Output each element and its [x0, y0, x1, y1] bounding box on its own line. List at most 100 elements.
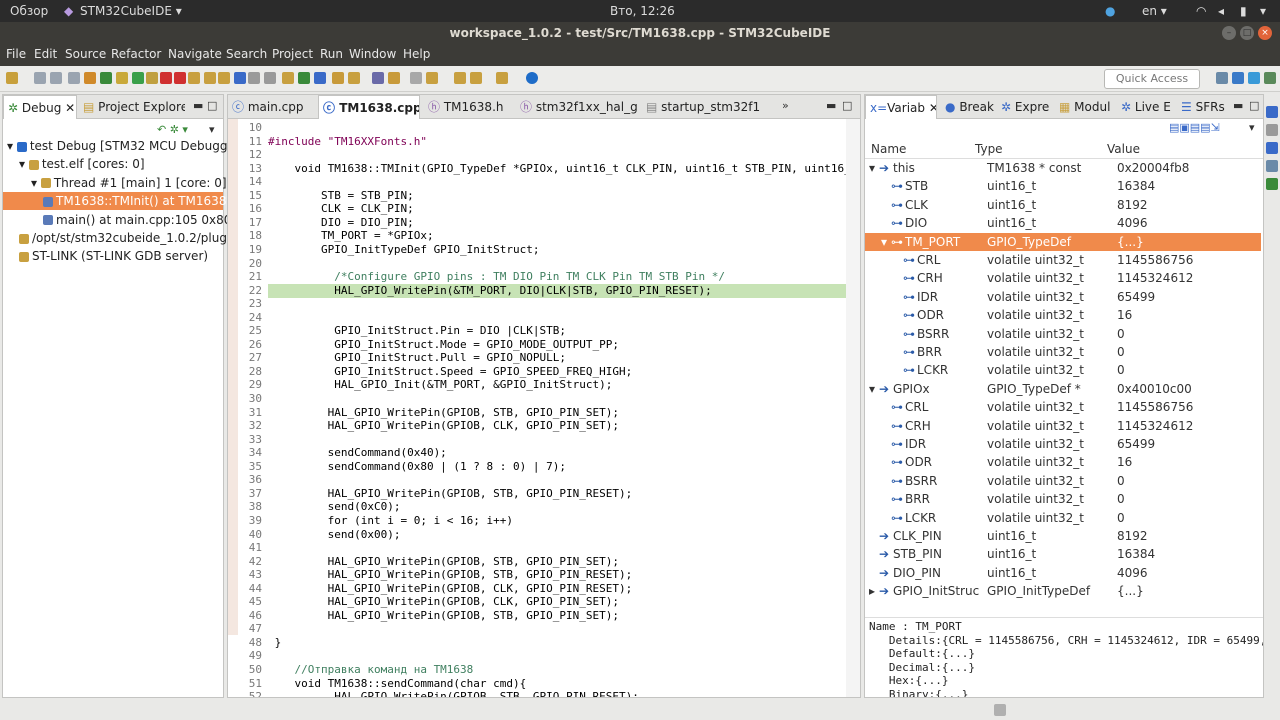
variable-row[interactable]: ⊶ BRR volatile uint32_t 0 [865, 490, 1261, 508]
annotation-prev-icon[interactable] [388, 72, 400, 84]
code-line[interactable]: STB = STB_PIN; [268, 189, 846, 203]
variable-value[interactable]: 16 [1117, 308, 1132, 322]
variable-value[interactable]: 0x40010c00 [1117, 382, 1192, 396]
minimize-icon[interactable]: – [1222, 26, 1236, 40]
code-line[interactable]: GPIO_InitTypeDef GPIO_InitStruct; [268, 243, 846, 257]
battery-icon[interactable]: ▮ [1240, 4, 1247, 18]
expand-arrow-icon[interactable]: ▾ [881, 235, 887, 249]
new-icon[interactable] [6, 72, 18, 84]
code-line[interactable]: GPIO_InitStruct.Pin = DIO |CLK|STB; [268, 324, 846, 338]
registers-icon[interactable] [1266, 178, 1278, 190]
code-line[interactable] [268, 311, 846, 325]
code-line[interactable] [268, 297, 846, 311]
variable-row[interactable]: ➔ CLK_PIN uint16_t 8192 [865, 527, 1261, 545]
variable-value[interactable]: 4096 [1117, 566, 1148, 580]
column-type[interactable]: Type [975, 142, 1003, 156]
clock[interactable]: Вто, 12:26 [610, 4, 675, 18]
debug-icon[interactable] [100, 72, 112, 84]
step-over-icon[interactable] [204, 72, 216, 84]
code-line[interactable] [268, 392, 846, 406]
expand-arrow-icon[interactable]: ▸ [869, 584, 875, 598]
code-line[interactable]: HAL_GPIO_WritePin(GPIOB, CLK, GPIO_PIN_S… [268, 595, 846, 609]
variable-row[interactable]: ▾ ➔ GPIOx GPIO_TypeDef * 0x40010c00 [865, 380, 1261, 398]
variable-row[interactable]: ⊶ IDR volatile uint32_t 65499 [865, 435, 1261, 453]
variable-row[interactable]: ⊶ CRH volatile uint32_t 1145324612 [865, 269, 1261, 287]
code-line[interactable] [268, 175, 846, 189]
debug-view-actions[interactable]: ↶ ✲ ▾ [157, 123, 188, 136]
menu-search[interactable]: Search [226, 47, 267, 61]
tab-startup[interactable]: ▤ startup_stm32f1 [642, 95, 768, 119]
code-line[interactable]: HAL_GPIO_WritePin(&TM_PORT, DIO|CLK|STB,… [268, 283, 846, 298]
new-project-icon[interactable] [314, 72, 326, 84]
column-value[interactable]: Value [1107, 142, 1140, 156]
tab-project-explorer[interactable]: ▤ Project Explore [79, 95, 185, 119]
language-indicator[interactable]: en ▾ [1142, 4, 1167, 18]
tab-hal-gpio[interactable]: ⓗ stm32f1xx_hal_g [516, 95, 640, 119]
variable-row[interactable]: ⊶ BSRR volatile uint32_t 0 [865, 472, 1261, 490]
code-line[interactable]: HAL_GPIO_WritePin(GPIOB, CLK, GPIO_PIN_R… [268, 582, 846, 596]
variable-value[interactable]: 65499 [1117, 437, 1155, 451]
variable-row[interactable]: ⊶ ODR volatile uint32_t 16 [865, 453, 1261, 471]
code-line[interactable] [268, 649, 846, 663]
tab-sfrs[interactable]: ☰ SFRs [1177, 95, 1231, 119]
variable-row[interactable]: ⊶ CRL volatile uint32_t 1145586756 [865, 251, 1261, 269]
code-line[interactable]: } [268, 636, 846, 650]
code-line[interactable]: GPIO_InitStruct.Mode = GPIO_MODE_OUTPUT_… [268, 338, 846, 352]
power-menu-icon[interactable]: ▾ [1260, 4, 1266, 18]
variable-value[interactable]: 0 [1117, 327, 1125, 341]
variable-row[interactable]: ▸ ➔ GPIO_InitStruc GPIO_InitTypeDef {...} [865, 582, 1261, 600]
tab-tm1638-cpp[interactable]: ⓒ TM1638.cpp ✕ [318, 95, 420, 119]
step-into-icon[interactable] [188, 72, 200, 84]
code-line[interactable] [268, 541, 846, 555]
code-line[interactable] [268, 148, 846, 162]
variable-value[interactable]: 0x20004fb8 [1117, 161, 1189, 175]
code-line[interactable]: void TM1638::TMInit(GPIO_TypeDef *GPIOx,… [268, 162, 846, 176]
volume-icon[interactable]: ◂ [1218, 4, 1224, 18]
debug-tree-item[interactable]: main() at main.cpp:105 0x800 [3, 211, 239, 229]
cpp-perspective-icon[interactable] [1232, 72, 1244, 84]
variable-value[interactable]: 8192 [1117, 529, 1148, 543]
code-line[interactable]: send(0x00); [268, 528, 846, 542]
terminate-icon[interactable] [160, 72, 172, 84]
variables-actions[interactable]: ▤▣▤▤⇲ [1169, 121, 1220, 134]
overview-ruler[interactable] [846, 119, 860, 697]
save-all-icon[interactable] [50, 72, 62, 84]
code-line[interactable]: HAL_GPIO_WritePin(GPIOB, STB, GPIO_PIN_R… [268, 690, 846, 697]
code-line[interactable]: #include "TM16XXFonts.h" [268, 135, 846, 149]
variable-row[interactable]: ⊶ CLK uint16_t 8192 [865, 196, 1261, 214]
more-tabs-icon[interactable]: » [782, 99, 789, 112]
variable-value[interactable]: 0 [1117, 474, 1125, 488]
code-line[interactable]: GPIO_InitStruct.Speed = GPIO_SPEED_FREQ_… [268, 365, 846, 379]
variable-row[interactable]: ⊶ ODR volatile uint32_t 16 [865, 306, 1261, 324]
debug-tree-item[interactable]: ST-LINK (ST-LINK GDB server) [3, 247, 223, 265]
variable-row[interactable]: ⊶ CRL volatile uint32_t 1145586756 [865, 398, 1261, 416]
variable-row[interactable]: ⊶ LCKR volatile uint32_t 0 [865, 361, 1261, 379]
forward-history-icon[interactable] [470, 72, 482, 84]
variable-row[interactable]: ⊶ BRR volatile uint32_t 0 [865, 343, 1261, 361]
save-icon[interactable] [34, 72, 46, 84]
instruction-stepping-icon[interactable] [234, 72, 246, 84]
code-line[interactable]: HAL_GPIO_WritePin(GPIOB, STB, GPIO_PIN_R… [268, 487, 846, 501]
menu-window[interactable]: Window [349, 47, 396, 61]
variable-value[interactable]: 16384 [1117, 179, 1155, 193]
code-line[interactable]: HAL_GPIO_WritePin(GPIOB, CLK, GPIO_PIN_S… [268, 419, 846, 433]
code-line[interactable] [268, 433, 846, 447]
code-line[interactable]: TM_PORT = *GPIOx; [268, 229, 846, 243]
expand-arrow-icon[interactable]: ▾ [19, 157, 29, 171]
code-line[interactable]: send(0xC0); [268, 500, 846, 514]
code-line[interactable]: //Отправка команд на TM1638 [268, 663, 846, 677]
variable-value[interactable]: 1145586756 [1117, 253, 1193, 267]
build-icon[interactable] [84, 72, 96, 84]
expand-arrow-icon[interactable]: ▾ [869, 382, 875, 396]
activities-button[interactable]: Обзор [10, 4, 48, 18]
variable-row[interactable]: ⊶ STB uint16_t 16384 [865, 177, 1261, 195]
details-pane[interactable]: Name : TM_PORT Details:{CRL = 1145586756… [865, 617, 1263, 697]
menu-source[interactable]: Source [65, 47, 106, 61]
status-icon[interactable] [994, 704, 1006, 716]
variable-row[interactable]: ⊶ BSRR volatile uint32_t 0 [865, 325, 1261, 343]
suspend-icon[interactable] [146, 72, 158, 84]
pin-icon[interactable] [426, 72, 438, 84]
tab-tm1638-h[interactable]: ⓗ TM1638.h [424, 95, 514, 119]
menu-file[interactable]: File [6, 47, 26, 61]
variable-row[interactable]: ➔ DIO_PIN uint16_t 4096 [865, 564, 1261, 582]
